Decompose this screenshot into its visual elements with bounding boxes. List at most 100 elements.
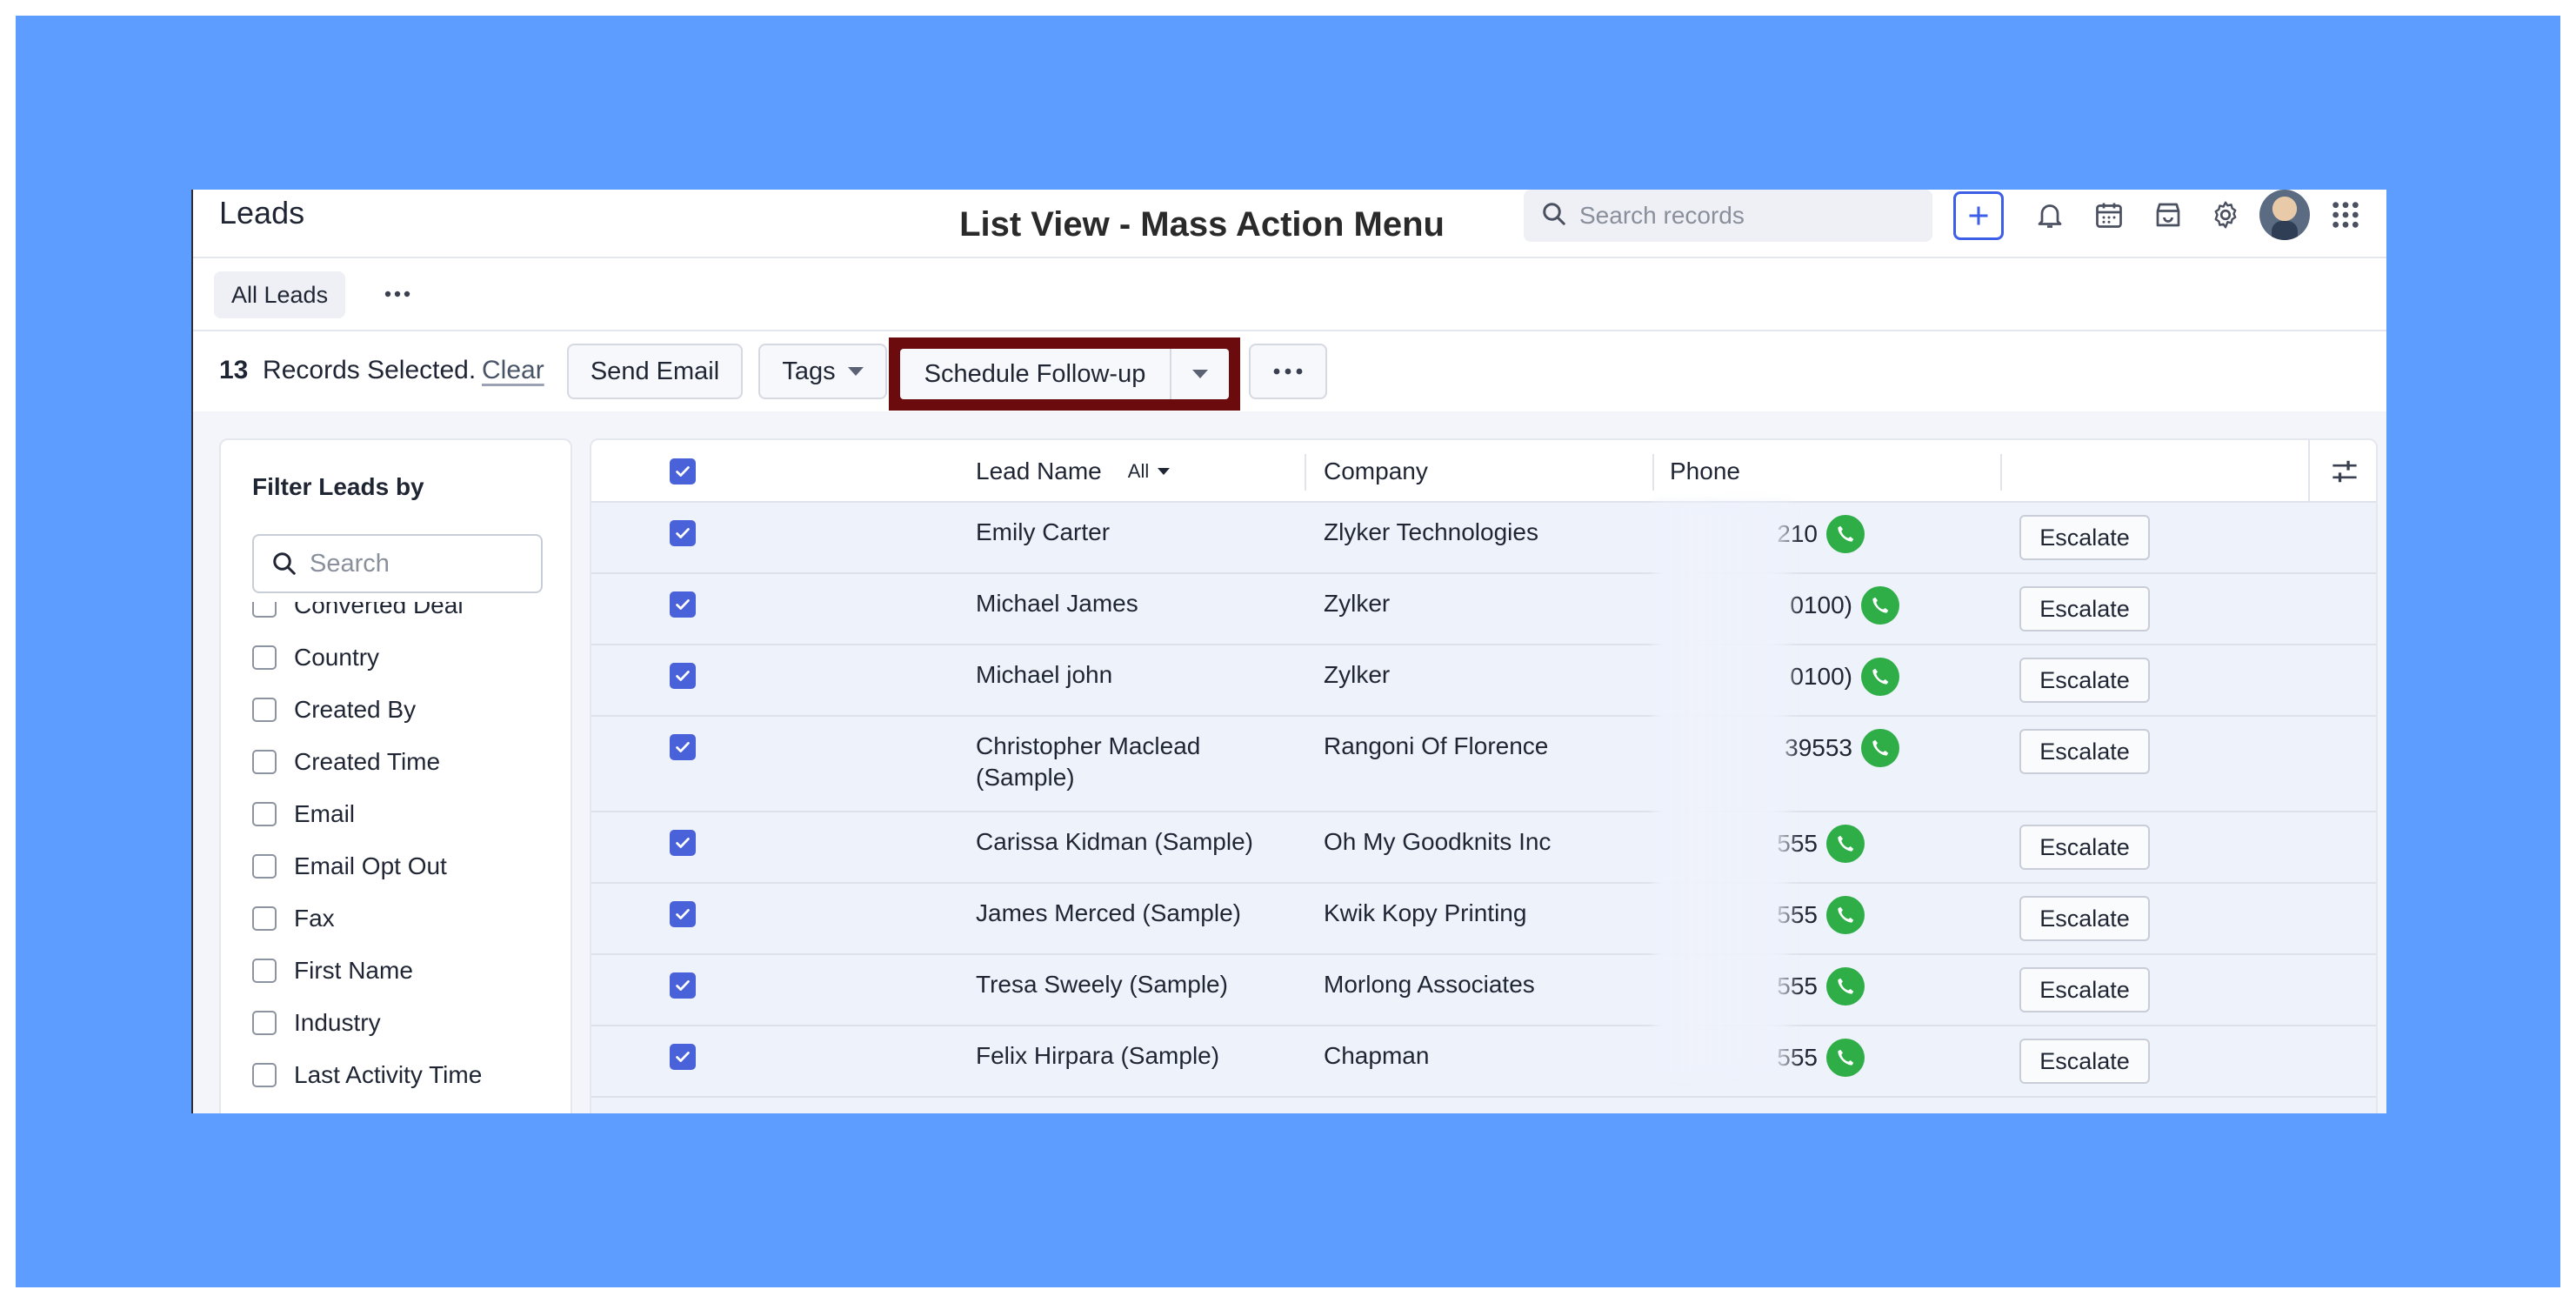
row-checkbox-checked[interactable] [670, 972, 696, 999]
filter-item-label: Converted Deal [294, 602, 464, 618]
table-row[interactable]: Michael James Zylker 0100) Escalate [591, 574, 2376, 645]
filter-item[interactable]: Email Opt Out [252, 840, 447, 892]
filter-search-input[interactable] [310, 549, 527, 578]
filter-item[interactable]: Fax [252, 892, 335, 945]
escalate-button[interactable]: Escalate [2019, 825, 2150, 870]
phone-call-icon[interactable] [1861, 729, 1899, 767]
search-icon [273, 552, 296, 575]
checkbox[interactable] [252, 698, 277, 722]
row-checkbox-checked[interactable] [670, 901, 696, 927]
phone-call-icon[interactable] [1826, 825, 1865, 863]
filter-item[interactable]: Created By [252, 684, 416, 736]
filter-item[interactable]: First Name [252, 945, 413, 997]
phone-call-icon[interactable] [1826, 1039, 1865, 1077]
lead-name-cell[interactable]: James Merced (Sample) [976, 898, 1289, 929]
checkbox[interactable] [252, 854, 277, 879]
send-email-label: Send Email [590, 357, 720, 385]
lead-name-cell[interactable]: Carissa Kidman (Sample) [976, 826, 1289, 858]
escalate-button[interactable]: Escalate [2019, 515, 2150, 560]
phone-call-icon[interactable] [1826, 967, 1865, 1006]
filter-item[interactable]: Created Time [252, 736, 440, 788]
row-checkbox-checked[interactable] [670, 591, 696, 618]
table-row[interactable]: Emily Carter Zlyker Technologies 210 Escala… [591, 503, 2376, 574]
search-icon [1541, 201, 1567, 231]
lead-name-cell[interactable]: Christopher Maclead (Sample) [976, 731, 1289, 793]
company-cell: Oh My Goodknits Inc [1324, 828, 1552, 855]
table-row[interactable]: Carissa Kidman (Sample) Oh My Goodknits I… [591, 812, 2376, 884]
global-search[interactable] [1524, 190, 1932, 242]
escalate-button[interactable]: Escalate [2019, 1039, 2150, 1084]
calendar-icon[interactable] [2091, 197, 2127, 233]
checkbox[interactable] [252, 750, 277, 774]
checkbox-checked[interactable] [670, 458, 696, 484]
lead-name-cell[interactable]: Emily Carter [976, 517, 1289, 548]
schedule-followup-dropdown[interactable] [1171, 349, 1229, 399]
table-row[interactable]: Tresa Sweely (Sample) Morlong Associates 5… [591, 955, 2376, 1026]
checkbox[interactable] [252, 645, 277, 670]
lead-name-filter-dropdown[interactable]: All [1128, 460, 1171, 483]
table-row[interactable]: Christopher Maclead (Sample) Rangoni Of F… [591, 717, 2376, 812]
filter-item[interactable]: Converted Deal [252, 602, 464, 631]
clear-selection-link[interactable]: Clear [482, 356, 544, 385]
checkbox[interactable] [252, 1063, 277, 1087]
select-all-checkbox[interactable] [670, 440, 696, 503]
apps-grid-icon[interactable] [2327, 197, 2364, 233]
row-checkbox-checked[interactable] [670, 830, 696, 856]
phone-call-icon[interactable] [1826, 515, 1865, 553]
table-header: Lead Name All Company Phone [591, 440, 2376, 503]
chevron-down-icon [847, 367, 864, 376]
create-button[interactable] [1953, 191, 2004, 240]
escalate-button[interactable]: Escalate [2019, 896, 2150, 941]
table-row[interactable]: Michael john Zylker 0100) Escalate [591, 645, 2376, 717]
escalate-button[interactable]: Escalate [2019, 586, 2150, 631]
bell-icon[interactable] [2032, 197, 2068, 233]
marketplace-icon[interactable] [2150, 197, 2186, 233]
filter-item[interactable]: Country [252, 631, 379, 684]
send-email-button[interactable]: Send Email [567, 344, 743, 399]
view-bar: All Leads [193, 258, 2386, 331]
column-lead-name[interactable]: Lead Name All [976, 440, 1171, 503]
column-settings-icon[interactable] [2308, 440, 2376, 503]
schedule-followup-button[interactable]: Schedule Follow-up [900, 349, 1171, 399]
lead-name-cell[interactable]: Michael john [976, 659, 1289, 691]
lead-name-cell[interactable]: Tresa Sweely (Sample) [976, 969, 1289, 1000]
gear-icon[interactable] [2207, 197, 2244, 233]
table-row[interactable]: James Merced (Sample) Kwik Kopy Printing 5… [591, 884, 2376, 955]
row-checkbox-checked[interactable] [670, 734, 696, 760]
table-row[interactable] [591, 1098, 2376, 1113]
view-tab-all-leads[interactable]: All Leads [214, 271, 346, 318]
search-input[interactable] [1579, 202, 1910, 230]
phone-call-icon[interactable] [1826, 896, 1865, 934]
user-avatar[interactable] [2259, 190, 2310, 240]
filter-item[interactable]: Email [252, 788, 355, 840]
checkbox[interactable] [252, 906, 277, 931]
lead-name-cell[interactable]: Michael James [976, 588, 1289, 619]
table-row[interactable]: Felix Hirpara (Sample) Chapman 555 Escalate [591, 1026, 2376, 1098]
lead-name-cell[interactable]: Felix Hirpara (Sample) [976, 1040, 1289, 1072]
escalate-button[interactable]: Escalate [2019, 729, 2150, 774]
more-actions-button[interactable] [1249, 344, 1327, 399]
check-icon [676, 909, 690, 919]
escalate-button[interactable]: Escalate [2019, 967, 2150, 1012]
checkbox[interactable] [252, 959, 277, 983]
column-company[interactable]: Company [1324, 440, 1428, 503]
filter-item[interactable]: Industry [252, 997, 381, 1049]
row-checkbox-checked[interactable] [670, 1044, 696, 1070]
checkbox[interactable] [252, 602, 277, 618]
more-views-icon[interactable] [376, 274, 419, 314]
check-icon [676, 466, 690, 477]
phone-call-icon[interactable] [1861, 586, 1899, 625]
checkbox[interactable] [252, 802, 277, 826]
check-icon [676, 599, 690, 610]
company-cell: Rangoni Of Florence [1324, 732, 1549, 759]
company-cell: Zlyker Technologies [1324, 518, 1538, 545]
filter-item[interactable]: Last Activity Time [252, 1049, 482, 1101]
checkbox[interactable] [252, 1011, 277, 1035]
tags-button[interactable]: Tags [758, 344, 887, 399]
row-checkbox-checked[interactable] [670, 663, 696, 689]
row-checkbox-checked[interactable] [670, 520, 696, 546]
phone-call-icon[interactable] [1861, 658, 1899, 696]
escalate-button[interactable]: Escalate [2019, 658, 2150, 703]
column-phone[interactable]: Phone [1670, 440, 1740, 503]
filter-search[interactable] [252, 534, 543, 593]
